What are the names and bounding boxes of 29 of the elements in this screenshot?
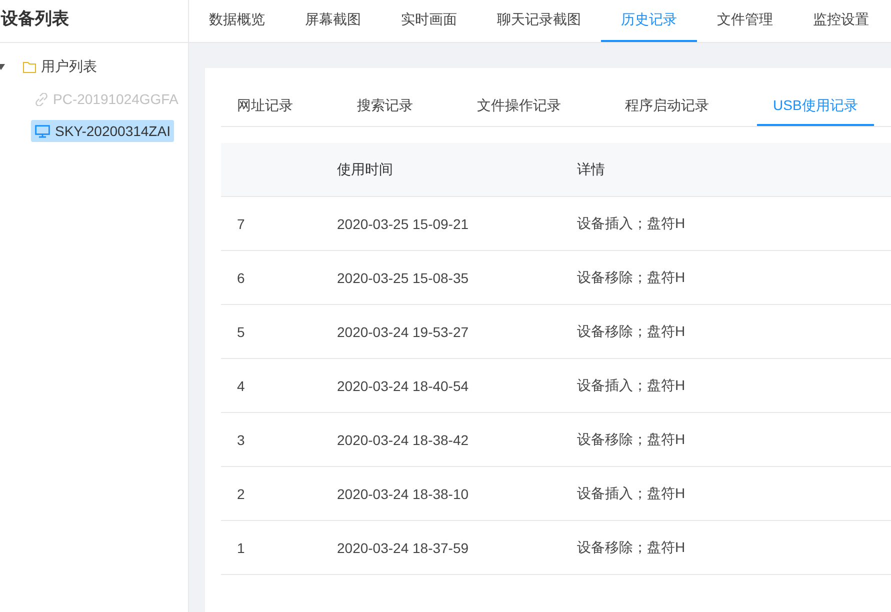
table-cell-text: 1 [236, 540, 246, 556]
table-cell-text: 2020-03-25 15-08-35 [337, 270, 470, 286]
tree-item[interactable]: SKY-20200314ZAI [31, 120, 174, 142]
table-cell-text: 2020-03-24 18-38-10 [337, 486, 470, 502]
table-cell-text: 2020-03-24 18-37-59 [337, 540, 470, 556]
folder-icon [23, 62, 36, 72]
sidebar-title: 设备列表 [0, 0, 188, 43]
table-cell: 设备移除；盘符H [577, 268, 686, 286]
table-cell-text: 2 [236, 486, 246, 502]
monitor-icon [35, 124, 50, 138]
table-cell-text: 6 [236, 270, 246, 286]
table-cell: 设备插入；盘符H [577, 484, 686, 502]
table-cell-text: 4 [236, 378, 246, 394]
table-cell: 设备移除；盘符H [577, 538, 686, 556]
table-cell: 设备插入；盘符H [577, 376, 686, 394]
table-cell-text: 5 [236, 324, 246, 340]
table-cell-text: 2020-03-24 18-40-54 [337, 378, 470, 394]
table-cell: 设备移除；盘符H [577, 430, 686, 448]
table-cell: 设备插入；盘符H [577, 214, 686, 232]
column-header: 使用时间 [337, 160, 394, 178]
table-cell-text: 7 [236, 216, 246, 232]
table-cell: 设备移除；盘符H [577, 322, 686, 340]
broken-link-icon [35, 92, 48, 106]
tree-item[interactable]: 用户列表 [19, 55, 101, 79]
table-cell-text: 2020-03-24 19-53-27 [337, 324, 470, 340]
column-header: 详情 [577, 160, 605, 178]
table-cell-text: 2020-03-24 18-38-42 [337, 432, 470, 448]
table-cell-text: 2020-03-25 15-09-21 [337, 216, 470, 232]
table-cell-text: 3 [236, 432, 246, 448]
